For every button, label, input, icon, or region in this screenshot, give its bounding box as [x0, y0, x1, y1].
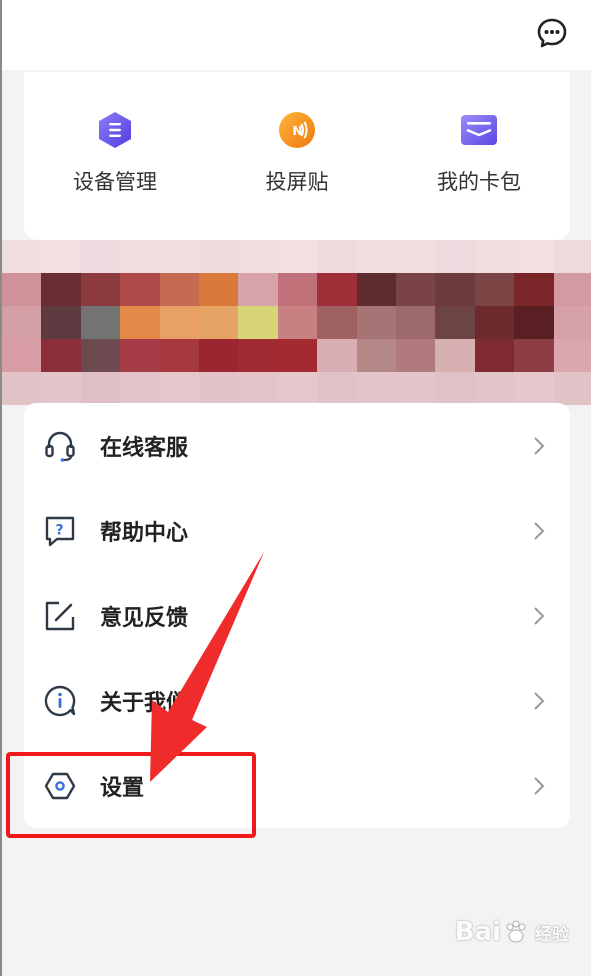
menu-item-label: 关于我们 — [100, 690, 189, 716]
menu-item-label: 意见反馈 — [100, 605, 189, 631]
info-icon — [44, 685, 76, 716]
svg-text:?: ? — [56, 522, 64, 538]
device-hexagon-icon — [99, 112, 131, 148]
watermark-suffix: 经验 — [535, 924, 569, 945]
menu-item-feedback[interactable]: 意见反馈 — [24, 573, 570, 658]
menu-item-label: 帮助中心 — [100, 520, 189, 546]
quick-tools-card: 设备管理 N 投屏贴 我的卡包 — [24, 72, 570, 240]
baidu-watermark: Bai 经验 — [439, 910, 569, 954]
tool-label: 投屏贴 — [265, 170, 329, 194]
tool-label: 设备管理 — [73, 170, 157, 194]
chevron-right-icon — [534, 521, 545, 540]
tool-device-management[interactable]: 设备管理 — [40, 108, 190, 196]
menu-item-about-us[interactable]: 关于我们 — [24, 658, 570, 743]
watermark-text: Bai — [454, 917, 501, 947]
chevron-right-icon — [534, 436, 545, 455]
svg-text:N: N — [293, 124, 303, 138]
tool-my-card-wallet[interactable]: 我的卡包 — [404, 108, 554, 196]
card-wallet-icon — [461, 115, 497, 145]
top-bar — [2, 0, 591, 70]
chevron-right-icon — [534, 776, 545, 795]
chat-bubble-icon — [537, 18, 567, 48]
page: 设备管理 N 投屏贴 我的卡包 在线客服 ? 帮助中心 意见反馈 关于我们 设置… — [0, 0, 591, 976]
settings-highlight-box — [6, 752, 256, 838]
chevron-right-icon — [534, 691, 545, 710]
headset-icon — [45, 431, 75, 462]
feedback-edit-icon — [45, 601, 75, 630]
pixelated-banner — [2, 240, 591, 405]
menu-item-label: 在线客服 — [100, 435, 189, 461]
menu-item-online-service[interactable]: 在线客服 — [24, 403, 570, 488]
chevron-right-icon — [534, 606, 545, 625]
tool-label: 我的卡包 — [437, 170, 521, 194]
tool-screen-cast-sticker[interactable]: N 投屏贴 — [222, 108, 372, 196]
chat-button[interactable] — [535, 16, 569, 50]
paw-icon — [506, 920, 526, 943]
help-question-icon: ? — [45, 516, 75, 546]
menu-item-help-center[interactable]: ? 帮助中心 — [24, 488, 570, 573]
nfc-screen-icon: N — [279, 112, 315, 148]
